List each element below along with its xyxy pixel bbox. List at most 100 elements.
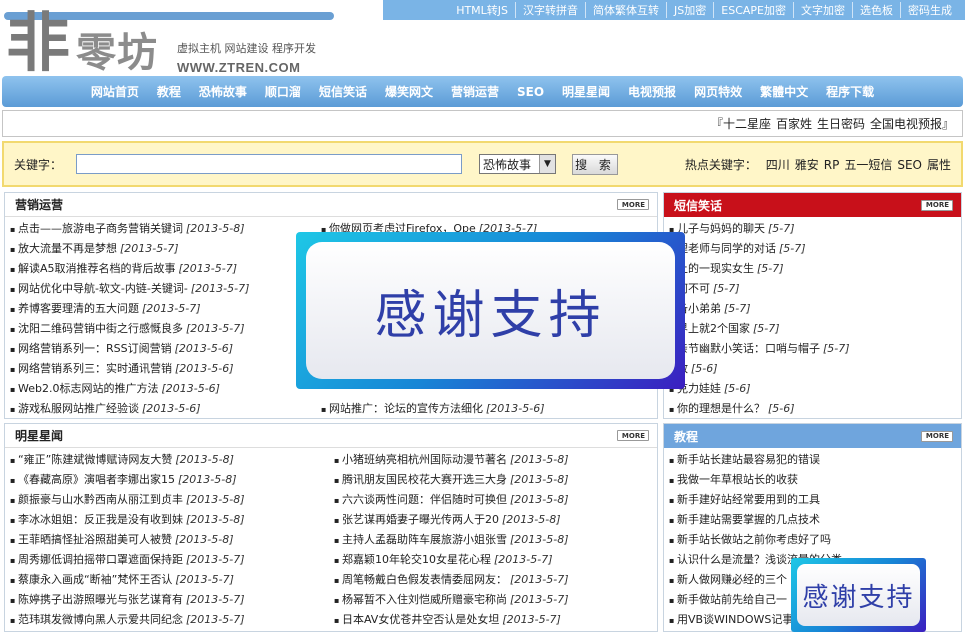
list-item[interactable]: 儿子与妈妈的聊天[5-7] xyxy=(669,219,959,239)
tool-link[interactable]: 选色板 xyxy=(852,2,900,18)
item-title[interactable]: 网络营销系列三：实时通讯营销 xyxy=(18,362,172,375)
tool-link[interactable]: 汉字转拼音 xyxy=(515,2,585,18)
nav-link[interactable]: 顺口溜 xyxy=(256,83,310,100)
list-item[interactable]: 日本AV女优苍井空否认是处女坦[2013-5-7] xyxy=(334,610,656,630)
item-title[interactable]: 用VB谈WINDOWS记事本 xyxy=(677,613,804,626)
item-title[interactable]: 杨幂暂不入住刘恺威所赠豪宅称尚 xyxy=(342,593,507,606)
list-item[interactable]: 周笔畅戴白色假发表情委屈网友：[2013-5-7] xyxy=(334,570,656,590)
nav-link[interactable]: 爆笑网文 xyxy=(376,83,442,100)
item-title[interactable]: 界上就2个国家 xyxy=(677,322,750,335)
item-title[interactable]: 我做一年草根站长的收获 xyxy=(677,473,798,486)
thanks-popup-small[interactable]: 感谢支持 xyxy=(791,558,926,632)
item-title[interactable]: 你的理想是什么？ xyxy=(677,402,765,415)
nav-link[interactable]: 网页特效 xyxy=(685,83,751,100)
item-title[interactable]: 周秀娜低调拍摇带口罩遮面保持距 xyxy=(18,553,183,566)
list-item[interactable]: 颜振豪与山水黔西南从丽江到贞丰[2013-5-8] xyxy=(10,490,328,510)
nav-link[interactable]: 程序下载 xyxy=(817,83,883,100)
nav-link[interactable]: 电视预报 xyxy=(619,83,685,100)
item-title[interactable]: 颜振豪与山水黔西南从丽江到贞丰 xyxy=(18,493,183,506)
list-item[interactable]: 小猪班纳亮相杭州国际动漫节著名[2013-5-8] xyxy=(334,450,656,470)
search-button[interactable]: 搜 索 xyxy=(572,153,618,175)
hot-link[interactable]: 百家姓 xyxy=(776,115,812,132)
item-title[interactable]: 上的一现实女生 xyxy=(677,262,754,275)
list-item[interactable]: 六六谈两性问题：伴侣随时可换但[2013-5-8] xyxy=(334,490,656,510)
list-item[interactable]: 范玮琪发微博向黑人示爱共同纪念[2013-5-7] xyxy=(10,610,328,630)
item-title[interactable]: 游戏私服网站推广经验谈 xyxy=(18,402,139,415)
nav-link[interactable]: 营销运营 xyxy=(442,83,508,100)
item-title[interactable]: 新手站长做站之前你考虑好了吗 xyxy=(677,533,831,546)
list-item[interactable]: 解读A5取消推荐名档的背后故事[2013-5-7] xyxy=(10,259,300,279)
hot-keyword[interactable]: 五一短信 xyxy=(844,158,892,172)
hot-link[interactable]: 『十二星座 xyxy=(711,115,771,132)
list-item[interactable]: 你的理想是什么？[5-6] xyxy=(669,399,959,418)
item-title[interactable]: 网络营销系列一：RSS订阅营销 xyxy=(18,342,172,355)
category-select[interactable]: 恐怖故事 ▼ xyxy=(479,154,556,174)
list-item[interactable]: 张艺谋再婚妻子曝光传两人于20[2013-5-8] xyxy=(334,510,656,530)
tool-link[interactable]: 文字加密 xyxy=(793,2,852,18)
list-item[interactable]: 《春藏高原》演唱者李娜出家15[2013-5-8] xyxy=(10,470,328,490)
item-title[interactable]: 亲节幽默小笑话：口哨与帽子 xyxy=(677,342,820,355)
nav-link[interactable]: 网站首页 xyxy=(82,83,148,100)
nav-link[interactable]: 恐怖故事 xyxy=(190,83,256,100)
tool-link[interactable]: 简体繁体互转 xyxy=(585,2,666,18)
list-item[interactable]: 游戏私服网站推广经验谈[2013-5-6] xyxy=(10,399,300,418)
item-title[interactable]: 沈阳二维码营销中街之行感慨良多 xyxy=(18,322,183,335)
list-item[interactable]: 网络营销系列三：实时通讯营销[2013-5-6] xyxy=(10,359,300,379)
list-item[interactable]: 亲节幽默小笑话：口哨与帽子[5-7] xyxy=(669,339,959,359)
nav-link[interactable]: 繁體中文 xyxy=(751,83,817,100)
list-item[interactable]: 周秀娜低调拍摇带口罩遮面保持距[2013-5-7] xyxy=(10,550,328,570)
item-title[interactable]: 周笔畅戴白色假发表情委屈网友： xyxy=(342,573,507,586)
chevron-down-icon[interactable]: ▼ xyxy=(539,155,555,173)
tool-link[interactable]: JS加密 xyxy=(666,2,713,18)
item-title[interactable]: 郑嘉颖10年轮交10女星花心程 xyxy=(342,553,491,566)
item-title[interactable]: 放大流量不再是梦想 xyxy=(18,242,117,255)
jokes-more-button[interactable]: MORE xyxy=(920,199,953,211)
item-title[interactable]: 腾讯朋友国民校花大赛开选三大身 xyxy=(342,473,507,486)
item-title[interactable]: 主持人孟磊助阵车展旅游小姐张雪 xyxy=(342,533,507,546)
list-item[interactable]: 敢[5-6] xyxy=(669,359,959,379)
list-item[interactable]: 王菲晒搞怪扯浴照甜美可人被赞[2013-5-8] xyxy=(10,530,328,550)
item-title[interactable]: 小猪班纳亮相杭州国际动漫节著名 xyxy=(342,453,507,466)
search-input[interactable] xyxy=(76,154,462,174)
list-item[interactable]: 点击——旅游电子商务营销关键词[2013-5-8] xyxy=(10,219,300,239)
list-item[interactable]: 郑嘉颖10年轮交10女星花心程[2013-5-7] xyxy=(334,550,656,570)
hot-link[interactable]: 生日密码 xyxy=(817,115,865,132)
item-title[interactable]: 新手建好站经常要用到的工具 xyxy=(677,493,820,506)
item-title[interactable]: 陈婷携子出游照曝光与张艺谋育有 xyxy=(18,593,183,606)
tool-link[interactable]: 密码生成 xyxy=(900,2,959,18)
item-title[interactable]: 范玮琪发微博向黑人示爱共同纪念 xyxy=(18,613,183,626)
nav-link[interactable]: 短信笑话 xyxy=(310,83,376,100)
item-title[interactable]: “雍正”陈建斌微博赋诗网友大赞 xyxy=(18,453,172,466)
list-item[interactable]: 新手建站需要掌握的几点技术 xyxy=(669,510,959,530)
list-item[interactable]: 网站推广：论坛的宣传方法细化[2013-5-6] xyxy=(321,399,656,418)
hot-keyword[interactable]: SEO xyxy=(897,158,922,172)
item-title[interactable]: Web2.0标志网站的推广方法 xyxy=(18,382,158,395)
list-item[interactable]: 主持人孟磊助阵车展旅游小姐张雪[2013-5-8] xyxy=(334,530,656,550)
item-title[interactable]: 儿子与妈妈的聊天 xyxy=(677,222,765,235)
list-item[interactable]: 界上就2个国家[5-7] xyxy=(669,319,959,339)
list-item[interactable]: 陈婷携子出游照曝光与张艺谋育有[2013-5-7] xyxy=(10,590,328,610)
item-title[interactable]: 新手做站前先给自己一 xyxy=(677,593,787,606)
item-title[interactable]: 李冰冰姐姐：反正我是没有收到妹 xyxy=(18,513,183,526)
list-item[interactable]: 养博客要理清的五大问题[2013-5-7] xyxy=(10,299,300,319)
tutorial-more-button[interactable]: MORE xyxy=(920,430,953,442)
item-title[interactable]: 理老师与同学的对话 xyxy=(677,242,776,255)
list-item[interactable]: 网站优化中导航-软文-内链-关键词-[2013-5-7] xyxy=(10,279,300,299)
item-title[interactable]: 张艺谋再婚妻子曝光传两人于20 xyxy=(342,513,499,526)
tool-link[interactable]: ESCAPE加密 xyxy=(713,2,793,18)
list-item[interactable]: 放大流量不再是梦想[2013-5-7] xyxy=(10,239,300,259)
list-item[interactable]: 蔡康永入画成“断袖”梵怀王否认[2013-5-7] xyxy=(10,570,328,590)
list-item[interactable]: 何不可[5-7] xyxy=(669,279,959,299)
list-item[interactable]: “雍正”陈建斌微博赋诗网友大赞[2013-5-8] xyxy=(10,450,328,470)
item-title[interactable]: 《春藏高原》演唱者李娜出家15 xyxy=(18,473,175,486)
item-title[interactable]: 养博客要理清的五大问题 xyxy=(18,302,139,315)
list-item[interactable]: 上的一现实女生[5-7] xyxy=(669,259,959,279)
site-logo[interactable]: 非 零坊 虚拟主机 网站建设 程序开发 WWW.ZTREN.COM xyxy=(4,0,334,81)
item-title[interactable]: 王菲晒搞怪扯浴照甜美可人被赞 xyxy=(18,533,172,546)
list-item[interactable]: 网络营销系列一：RSS订阅营销[2013-5-6] xyxy=(10,339,300,359)
list-item[interactable]: 新手站长做站之前你考虑好了吗 xyxy=(669,530,959,550)
list-item[interactable]: 新手建好站经常要用到的工具 xyxy=(669,490,959,510)
hot-keyword[interactable]: RP xyxy=(824,158,840,172)
item-title[interactable]: 解读A5取消推荐名档的背后故事 xyxy=(18,262,176,275)
thanks-popup[interactable]: 感谢支持 xyxy=(296,232,685,389)
